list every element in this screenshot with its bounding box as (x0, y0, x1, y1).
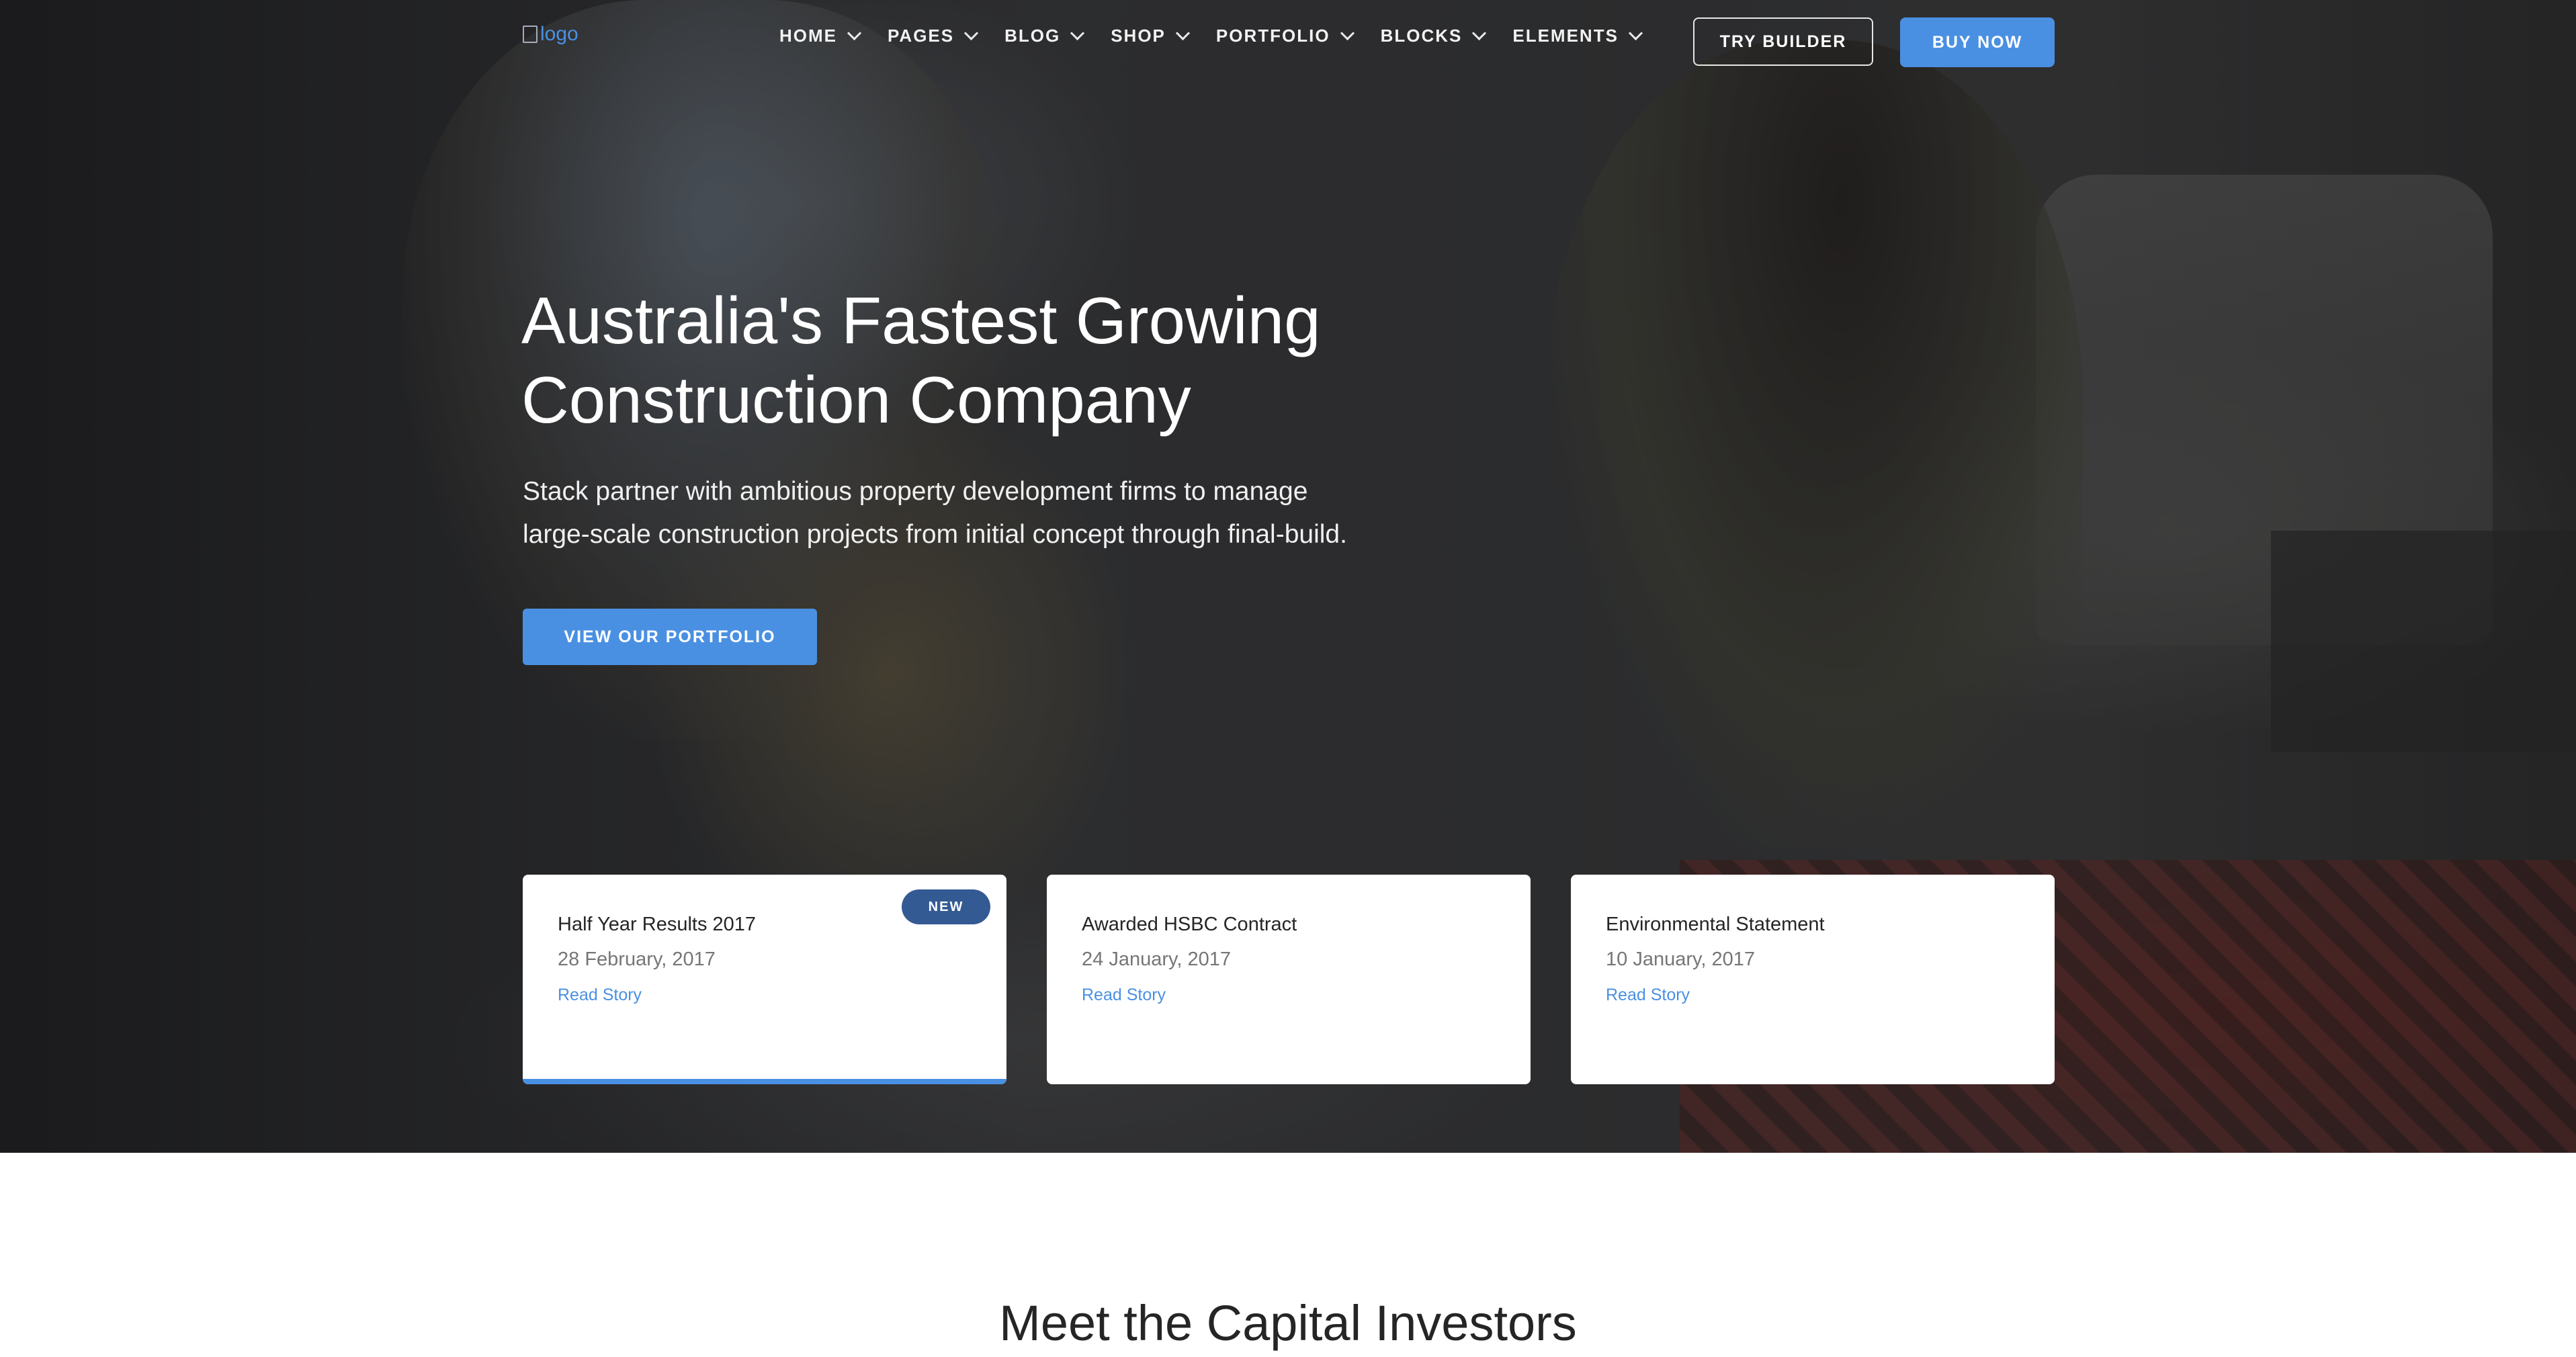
news-card-date: 10 January, 2017 (1606, 949, 1755, 970)
chevron-down-icon (847, 26, 862, 41)
chevron-down-icon (1472, 26, 1487, 41)
hero-lead-line: Stack partner with ambitious property de… (523, 477, 1308, 506)
menu-item-blocks[interactable]: BLOCKS (1380, 26, 1487, 46)
hero-title-line: Construction Company (521, 363, 1191, 437)
card-accent-bar (523, 1079, 1006, 1084)
menu-item-label: PORTFOLIO (1215, 26, 1330, 46)
menu-item-shop[interactable]: SHOP (1111, 26, 1191, 46)
menu-item-blog[interactable]: BLOG (1004, 26, 1085, 46)
menu-item-elements[interactable]: ELEMENTS (1512, 26, 1643, 46)
news-card-date: 24 January, 2017 (1082, 949, 1231, 970)
read-story-link[interactable]: Read Story (558, 986, 642, 1005)
news-card[interactable]: Awarded HSBC Contract 24 January, 2017 R… (1047, 875, 1531, 1084)
news-card-title: Awarded HSBC Contract (1082, 914, 1297, 935)
main-menu: HOME PAGES BLOG SHOP PORTFOLIO BLOCKS EL… (779, 26, 1669, 46)
read-story-link[interactable]: Read Story (1606, 986, 1690, 1005)
menu-item-portfolio[interactable]: PORTFOLIO (1215, 26, 1355, 46)
hero-title: Australia's Fastest Growing Construction… (521, 281, 1596, 439)
menu-item-label: PAGES (888, 26, 955, 46)
logo-link[interactable]: logo (523, 23, 578, 46)
news-card-title: Half Year Results 2017 (558, 914, 757, 935)
try-builder-button[interactable]: TRY BUILDER (1693, 17, 1873, 66)
menu-item-label: BLOCKS (1380, 26, 1463, 46)
chevron-down-icon (1175, 26, 1191, 41)
menu-item-label: ELEMENTS (1512, 26, 1619, 46)
news-card-title: Environmental Statement (1606, 914, 1825, 935)
logo-alt-text: logo (540, 23, 578, 45)
read-story-link[interactable]: Read Story (1082, 986, 1166, 1005)
view-portfolio-button[interactable]: VIEW OUR PORTFOLIO (523, 609, 817, 665)
buy-now-button[interactable]: BUY NOW (1900, 17, 2055, 67)
chevron-down-icon (1340, 26, 1355, 41)
menu-item-home[interactable]: HOME (779, 26, 862, 46)
menu-item-label: HOME (779, 26, 837, 46)
chevron-down-icon (1070, 26, 1085, 41)
top-navigation: logo HOME PAGES BLOG SHOP PORTFOLIO BLOC… (0, 0, 2576, 83)
news-card[interactable]: Environmental Statement 10 January, 2017… (1571, 875, 2055, 1084)
menu-item-label: BLOG (1004, 26, 1061, 46)
broken-image-icon (523, 26, 538, 43)
hero-title-line: Australia's Fastest Growing (521, 283, 1321, 357)
menu-item-label: SHOP (1111, 26, 1166, 46)
news-card[interactable]: NEW Half Year Results 2017 28 February, … (523, 875, 1006, 1084)
hero-section: logo HOME PAGES BLOG SHOP PORTFOLIO BLOC… (0, 0, 2576, 1153)
hero-lead-line: large-scale construction projects from i… (523, 520, 1347, 549)
news-card-date: 28 February, 2017 (558, 949, 716, 970)
hero-lead: Stack partner with ambitious property de… (523, 470, 1463, 556)
chevron-down-icon (1628, 26, 1643, 41)
menu-item-pages[interactable]: PAGES (888, 26, 979, 46)
new-badge: NEW (902, 889, 990, 924)
chevron-down-icon (964, 26, 979, 41)
section-title: Meet the Capital Investors (999, 1295, 1577, 1351)
